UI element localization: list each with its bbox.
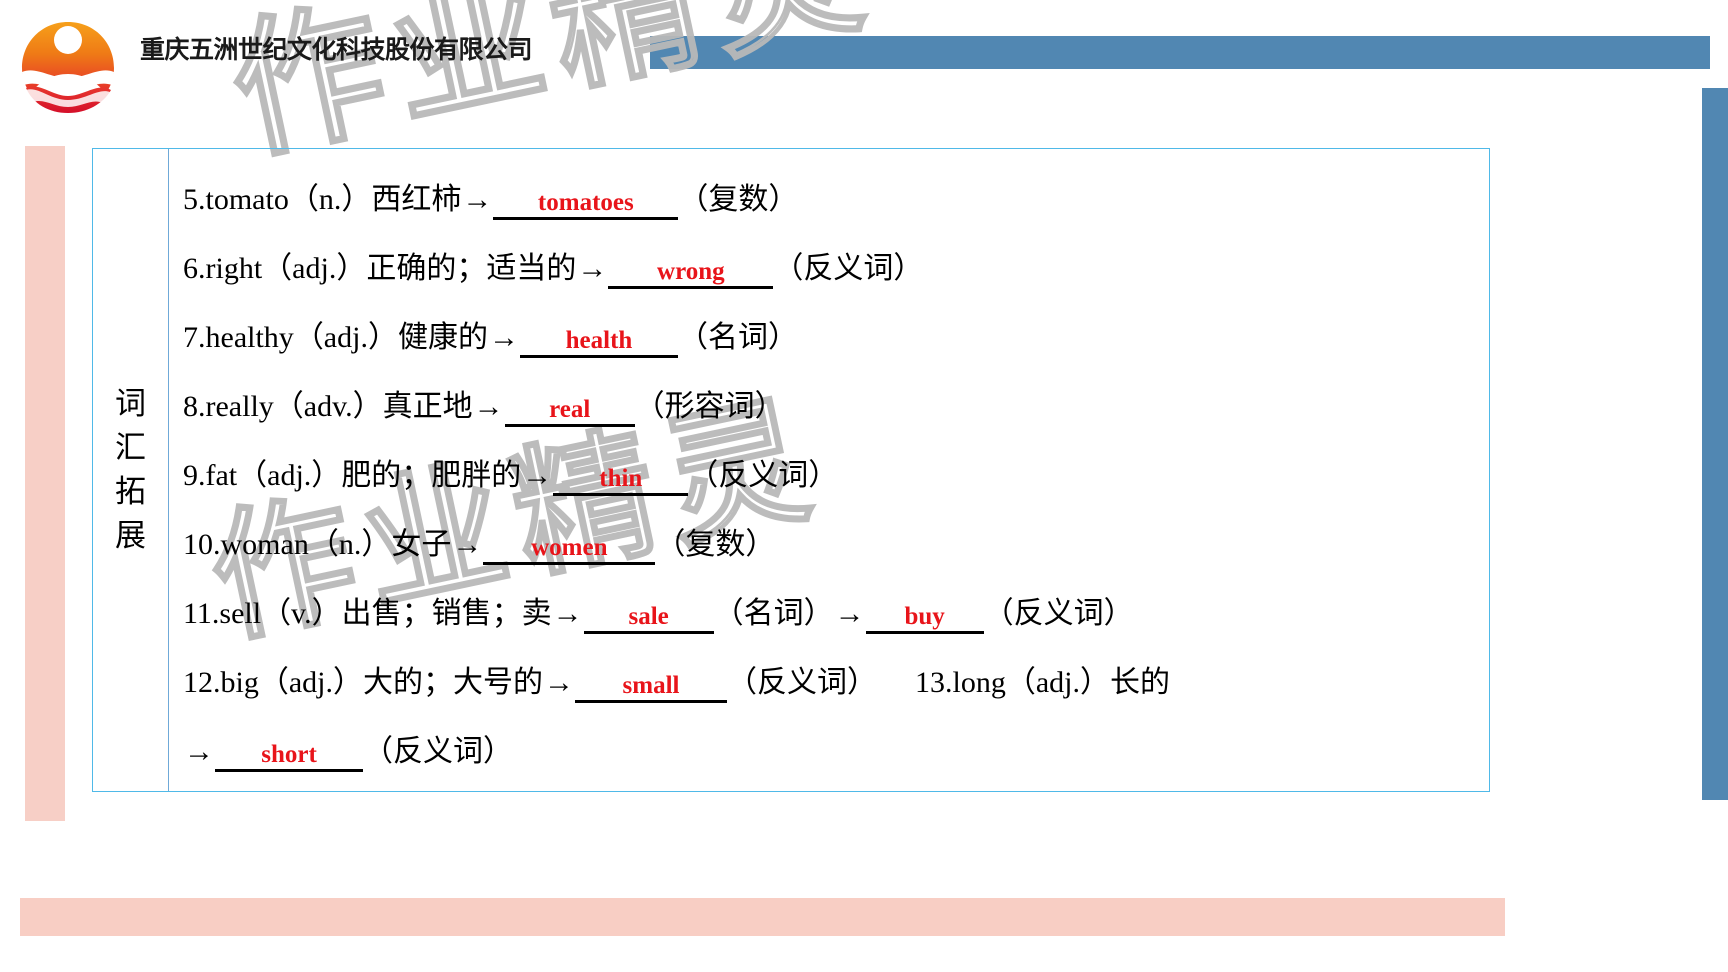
row-number-2: 13. <box>915 665 953 699</box>
row-number: 7. <box>183 320 206 354</box>
row-pos: （adj.） <box>237 458 342 492</box>
row-arrow: → <box>552 596 583 630</box>
table-rows-cell: 5. tomato （n.） 西红柿 → tomatoes （复数） 6. right （ad… <box>169 149 1489 791</box>
answer-blank[interactable]: short <box>215 742 363 772</box>
row-number: 9. <box>183 458 206 492</box>
row-meaning: 正确的；适当的 <box>366 251 577 285</box>
row-arrow: → <box>577 251 608 285</box>
table-label-cell: 词 汇 拓 展 <box>93 149 169 791</box>
header-blue-bar <box>650 36 1710 69</box>
row-number: 10. <box>183 527 221 561</box>
row-word-2: long <box>952 665 1006 699</box>
right-blue-bar <box>1702 88 1728 800</box>
row-meaning-2: 长的 <box>1110 665 1170 699</box>
company-logo <box>16 16 120 116</box>
row-note: （反义词） <box>363 734 513 768</box>
table-row: 8. really （adv.） 真正地 → real （形容词） <box>183 372 1489 441</box>
table-row: → short （反义词） <box>183 717 1489 786</box>
row-meaning: 真正地 <box>382 389 473 423</box>
label-char-2: 汇 <box>115 429 146 465</box>
answer-blank[interactable]: women <box>483 535 656 565</box>
table-row: 5. tomato （n.） 西红柿 → tomatoes （复数） <box>183 165 1489 234</box>
table-row: 11. sell （v.） 出售；销售；卖 → sale （名词） → buy （反义词） <box>183 579 1489 648</box>
answer-blank[interactable]: tomatoes <box>493 190 679 220</box>
sun-wave-circle-icon <box>22 22 114 113</box>
table-row: 9. fat （adj.） 肥的；肥胖的 → thin （反义词） <box>183 441 1489 510</box>
row-number: 8. <box>183 389 206 423</box>
row-note: （反义词） <box>773 251 924 285</box>
row-number: 11. <box>183 596 220 630</box>
label-char-1: 词 <box>115 385 146 421</box>
row-word: fat <box>205 458 238 492</box>
table-row: 6. right （adj.） 正确的；适当的 → wrong （反义词） <box>183 234 1489 303</box>
row-note-2: （反义词） <box>983 596 1134 630</box>
company-name: 重庆五洲世纪文化科技股份有限公司 <box>140 35 533 64</box>
row-meaning: 西红柿 <box>371 182 462 216</box>
row-arrow: → <box>184 734 214 768</box>
row-meaning: 肥的；肥胖的 <box>341 458 522 492</box>
answer-blank[interactable]: health <box>519 328 678 358</box>
row-word: right <box>205 251 263 285</box>
row-word: really <box>205 389 274 423</box>
row-arrow: → <box>522 458 553 492</box>
answer-blank-2[interactable]: buy <box>865 604 984 634</box>
row-arrow: → <box>544 665 574 699</box>
row-note: （反义词） <box>688 458 839 492</box>
answer-blank[interactable]: sale <box>583 604 714 634</box>
row-pos-2: （adj.） <box>1005 665 1110 699</box>
row-note: （形容词） <box>634 389 785 423</box>
bottom-pink-bar <box>20 898 1505 936</box>
row-word: woman <box>220 527 309 561</box>
answer-blank[interactable]: thin <box>553 466 689 496</box>
row-word: big <box>220 665 259 699</box>
row-pos: （adj.） <box>258 665 363 699</box>
row-arrow: → <box>473 389 504 423</box>
row-note: （复数） <box>655 527 776 561</box>
row-arrow: → <box>452 527 483 561</box>
row-note: （复数） <box>678 182 799 216</box>
left-pink-bar <box>25 146 65 821</box>
label-char-3: 拓 <box>115 474 146 509</box>
vertical-label: 词 汇 拓 展 <box>115 382 146 558</box>
row-meaning: 健康的 <box>397 320 488 354</box>
row-pos: （adv.） <box>273 389 383 423</box>
row-pos: （v.） <box>261 596 342 630</box>
row-meaning: 出售；销售；卖 <box>341 596 552 630</box>
row-number: 12. <box>183 665 221 699</box>
answer-blank[interactable]: real <box>504 397 635 427</box>
row-note: （反义词） <box>727 665 877 699</box>
row-word: healthy <box>205 320 294 354</box>
row-meaning: 大的；大号的 <box>363 665 543 699</box>
document-page: 重庆五洲世纪文化科技股份有限公司 作业精灵 作业精灵 词 汇 拓 展 5. tom… <box>0 0 1728 972</box>
label-char-4: 展 <box>115 518 146 554</box>
row-arrow-2: → <box>834 596 865 630</box>
table-row: 7. healthy （adj.） 健康的 → health （名词） <box>183 303 1489 372</box>
row-number: 5. <box>183 182 206 216</box>
table-row: 10. woman （n.） 女子 → women （复数） <box>183 510 1489 579</box>
row-arrow: → <box>488 320 519 354</box>
answer-blank[interactable]: small <box>575 673 727 703</box>
row-pos: （n.） <box>308 527 392 561</box>
row-pos: （adj.） <box>262 251 367 285</box>
table-row: 12. big （adj.） 大的；大号的 → small （反义词） 13. long （ad… <box>183 648 1489 717</box>
answer-blank[interactable]: wrong <box>608 259 774 289</box>
row-meaning: 女子 <box>391 527 452 561</box>
row-number: 6. <box>183 251 206 285</box>
row-word: sell <box>219 596 262 630</box>
row-note: （名词） <box>713 596 834 630</box>
row-arrow: → <box>462 182 493 216</box>
row-word: tomato <box>205 182 289 216</box>
row-note: （名词） <box>677 320 798 354</box>
vocabulary-table: 词 汇 拓 展 5. tomato （n.） 西红柿 → tomatoes （复数） 6.… <box>92 148 1490 792</box>
row-pos: （adj.） <box>293 320 398 354</box>
row-pos: （n.） <box>288 182 372 216</box>
